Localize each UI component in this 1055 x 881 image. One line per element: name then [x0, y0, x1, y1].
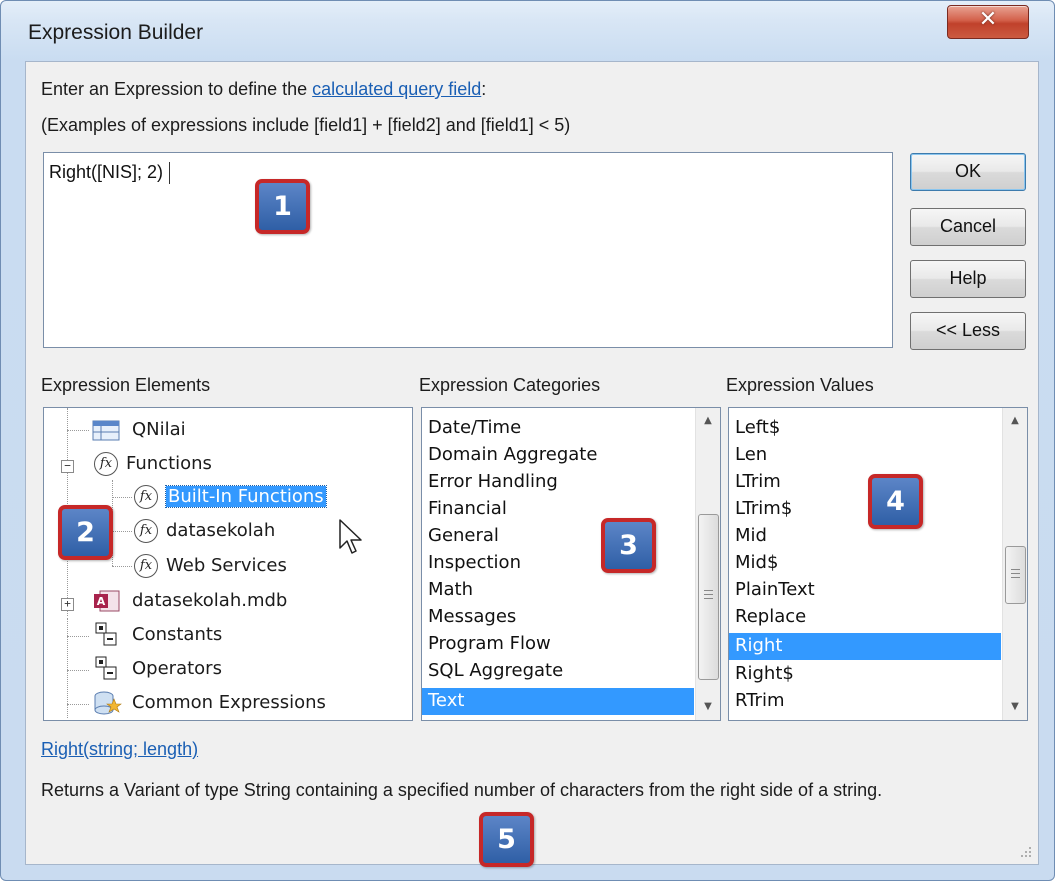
text-caret — [169, 162, 171, 185]
category-item[interactable]: Program Flow — [422, 631, 694, 658]
query-icon — [92, 420, 120, 441]
tree-item-qnilai[interactable]: QNilai — [92, 414, 186, 446]
category-item[interactable]: Messages — [422, 604, 694, 631]
expression-elements-heading: Expression Elements — [41, 375, 211, 395]
callout-3: 3 — [601, 518, 656, 573]
resize-grip-icon[interactable] — [1020, 846, 1032, 858]
close-button[interactable]: ✕ — [947, 5, 1029, 39]
tree-guide — [67, 618, 68, 718]
function-icon: fx — [94, 452, 118, 476]
function-signature-link[interactable]: Right(string; length) — [41, 739, 198, 760]
tree-guide — [67, 704, 89, 705]
category-item[interactable]: Date/Time — [422, 415, 694, 442]
scroll-down-icon[interactable]: ▼ — [1003, 696, 1027, 718]
tree-guide — [112, 531, 132, 532]
callout-5: 5 — [479, 812, 534, 867]
collapse-functions-icon[interactable]: − — [61, 460, 74, 473]
value-item[interactable]: Mid$ — [729, 550, 1001, 577]
tree-item-web-services[interactable]: fx Web Services — [134, 550, 287, 582]
category-item[interactable]: SQL Aggregate — [422, 658, 694, 685]
function-icon: fx — [134, 554, 158, 578]
tree-item-label: Functions — [126, 453, 212, 474]
constants-icon — [95, 622, 117, 646]
category-item-selected[interactable]: Text — [422, 688, 694, 715]
intro-examples: (Examples of expressions include [field1… — [41, 115, 571, 135]
expression-builder-window: Expression Builder ✕ Enter an Expression… — [0, 0, 1055, 881]
scroll-thumb[interactable] — [1005, 546, 1026, 604]
expression-values-list[interactable]: Left$ Len LTrim LTrim$ Mid Mid$ PlainTex… — [728, 407, 1028, 721]
scroll-thumb[interactable] — [698, 514, 719, 680]
intro-text: Enter an Expression to define the — [41, 79, 313, 99]
tree-guide — [67, 670, 89, 671]
tree-item-datasekolah-mdb[interactable]: A datasekolah.mdb — [92, 585, 287, 617]
expression-value: Right([NIS]; 2) — [49, 162, 164, 182]
value-item[interactable]: Replace — [729, 604, 1001, 631]
value-item[interactable]: Mid — [729, 523, 1001, 550]
help-button[interactable]: Help — [910, 260, 1026, 298]
expression-elements-tree[interactable]: QNilai − fx Functions fx Built-In Function… — [43, 407, 413, 721]
scroll-up-icon[interactable]: ▲ — [696, 410, 720, 432]
value-item[interactable]: PlainText — [729, 577, 1001, 604]
access-database-icon: A — [94, 590, 120, 612]
category-item[interactable]: Math — [422, 577, 694, 604]
tree-item-label: Operators — [132, 658, 222, 679]
expression-categories-heading: Expression Categories — [419, 375, 601, 395]
tree-item-operators[interactable]: Operators — [92, 653, 222, 685]
tree-item-label: datasekolah.mdb — [132, 590, 288, 611]
tree-guide — [112, 566, 132, 567]
common-expressions-icon — [94, 691, 122, 715]
expand-database-icon[interactable]: + — [61, 598, 74, 611]
scroll-down-icon[interactable]: ▼ — [696, 696, 720, 718]
title-bar[interactable]: Expression Builder ✕ — [1, 1, 1054, 61]
calculated-query-field-link[interactable]: calculated query field — [312, 79, 481, 99]
window-title: Expression Builder — [28, 21, 204, 44]
mouse-cursor-icon — [339, 519, 362, 554]
expression-input[interactable]: Right([NIS]; 2) — [43, 152, 893, 348]
cancel-button[interactable]: Cancel — [910, 208, 1026, 246]
close-icon: ✕ — [978, 7, 998, 32]
less-button[interactable]: << Less — [910, 312, 1026, 350]
intro-line-1: Enter an Expression to define the calcul… — [41, 79, 486, 100]
dialog-body: Enter an Expression to define the calcul… — [25, 61, 1039, 865]
values-scrollbar[interactable]: ▲ ▼ — [1002, 408, 1027, 720]
expression-text[interactable]: Right([NIS]; 2) — [49, 162, 171, 185]
tree-item-label: QNilai — [132, 419, 186, 440]
value-item-selected[interactable]: Right — [729, 633, 1001, 660]
value-item[interactable]: Right$ — [729, 661, 1001, 688]
tree-item-constants[interactable]: Constants — [92, 619, 222, 651]
svg-text:A: A — [97, 595, 106, 608]
tree-item-functions[interactable]: fx Functions — [94, 448, 212, 480]
value-item[interactable]: Left$ — [729, 415, 1001, 442]
tree-item-label: datasekolah — [166, 520, 276, 541]
category-item[interactable]: Error Handling — [422, 469, 694, 496]
callout-2: 2 — [58, 505, 113, 560]
value-item[interactable]: LTrim — [729, 469, 1001, 496]
tree-guide — [67, 430, 89, 431]
tree-guide — [112, 497, 132, 498]
categories-scrollbar[interactable]: ▲ ▼ — [695, 408, 720, 720]
value-item[interactable]: RTrim — [729, 688, 1001, 715]
value-item[interactable]: Len — [729, 442, 1001, 469]
callout-1: 1 — [255, 179, 310, 234]
tree-item-label: Built-In Functions — [165, 485, 327, 508]
tree-item-datasekolah[interactable]: fx datasekolah — [134, 515, 275, 547]
tree-guide — [67, 636, 89, 637]
callout-4: 4 — [868, 474, 923, 529]
function-icon: fx — [134, 485, 158, 509]
tree-item-common-expressions[interactable]: Common Expressions — [92, 687, 326, 719]
tree-item-label: Constants — [132, 624, 223, 645]
expression-categories-list[interactable]: Date/Time Domain Aggregate Error Handlin… — [421, 407, 721, 721]
scroll-up-icon[interactable]: ▲ — [1003, 410, 1027, 432]
expression-values-heading: Expression Values — [726, 375, 874, 395]
tree-item-label: Web Services — [166, 555, 287, 576]
ok-button[interactable]: OK — [910, 153, 1026, 191]
tree-item-label: Common Expressions — [132, 692, 326, 713]
category-item[interactable]: Domain Aggregate — [422, 442, 694, 469]
function-icon: fx — [134, 519, 158, 543]
intro-colon: : — [481, 79, 487, 99]
function-description: Returns a Variant of type String contain… — [41, 780, 883, 800]
tree-item-built-in-functions[interactable]: fx Built-In Functions — [134, 481, 327, 513]
value-item[interactable]: LTrim$ — [729, 496, 1001, 523]
operators-icon — [95, 656, 117, 680]
